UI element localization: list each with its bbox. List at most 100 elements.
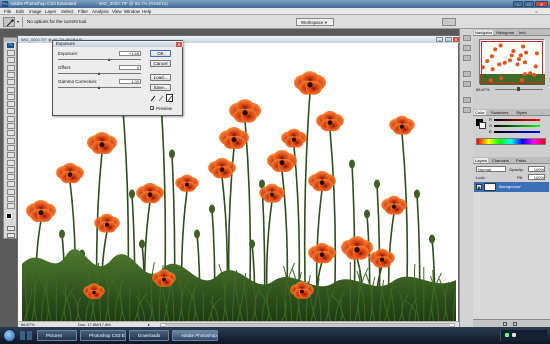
menu-select[interactable]: Select xyxy=(61,9,74,14)
document-maximize-button[interactable]: □ xyxy=(445,37,452,42)
layer-row-background[interactable]: ◉ Background xyxy=(474,182,549,192)
actions-panel-icon[interactable] xyxy=(463,81,471,87)
navigator-thumbnail[interactable] xyxy=(479,39,545,85)
save-button[interactable]: Save... xyxy=(150,84,171,91)
tool-button[interactable] xyxy=(7,93,15,100)
gray-point-eyedropper-icon[interactable] xyxy=(158,95,164,102)
menubar-restore-icon[interactable]: ▫▫ xyxy=(535,9,547,14)
tab-info[interactable]: Info xyxy=(518,30,527,35)
current-tool-preset-button[interactable] xyxy=(3,17,15,27)
tab-styles[interactable]: Styles xyxy=(515,110,528,115)
tool-preset-arrow-icon[interactable]: ▾ xyxy=(17,19,19,24)
new-layer-icon[interactable] xyxy=(503,322,507,326)
tool-button[interactable] xyxy=(7,166,15,173)
layer-name[interactable]: Background xyxy=(499,184,520,189)
exposure-slider-thumb[interactable] xyxy=(107,58,110,61)
black-point-eyedropper-icon[interactable] xyxy=(150,95,156,102)
tool-button[interactable] xyxy=(7,174,15,181)
tool-button[interactable] xyxy=(7,86,15,93)
menu-edit[interactable]: Edit xyxy=(16,9,24,14)
fill-input[interactable]: 100% xyxy=(528,174,545,180)
volume-icon[interactable] xyxy=(512,333,516,337)
tab-layers[interactable]: Layers xyxy=(474,158,489,163)
close-button[interactable]: ✕ xyxy=(535,1,548,7)
white-point-eyedropper-icon[interactable] xyxy=(166,94,173,102)
taskbar-item-downloads[interactable]: Downloads xyxy=(129,330,169,341)
tool-button[interactable] xyxy=(7,203,15,210)
delete-layer-icon[interactable] xyxy=(513,322,517,326)
dialog-close-button[interactable]: ✕ xyxy=(176,41,182,47)
offset-input[interactable]: 0 xyxy=(119,65,141,70)
network-icon[interactable] xyxy=(505,333,509,337)
tool-presets-panel-icon[interactable] xyxy=(463,45,471,51)
menu-window[interactable]: Window xyxy=(124,9,140,14)
tool-button[interactable] xyxy=(7,144,15,151)
history-panel-icon[interactable] xyxy=(463,71,471,77)
menu-view[interactable]: View xyxy=(112,9,122,14)
navigator-view-box[interactable] xyxy=(481,41,543,83)
navigator-zoom-slider-thumb[interactable] xyxy=(517,87,520,91)
tool-button[interactable] xyxy=(7,123,15,129)
tab-navigator[interactable]: Navigator xyxy=(474,30,494,35)
brushes-panel-icon[interactable] xyxy=(463,35,471,41)
tool-button[interactable] xyxy=(7,79,15,86)
taskbar-item-pictures[interactable]: Pictures xyxy=(37,330,77,341)
color-slider-b[interactable] xyxy=(494,131,540,133)
menu-file[interactable]: File xyxy=(4,9,11,14)
quick-mask-button[interactable] xyxy=(7,226,15,231)
paragraph-panel-icon[interactable] xyxy=(463,107,471,113)
color-slider-r[interactable] xyxy=(494,119,540,121)
taskbar-item-photoshop[interactable]: Adobe Photoshop C... xyxy=(172,330,218,341)
minimize-button[interactable]: – xyxy=(513,1,523,7)
taskbar-item-photoshop-folder[interactable]: Photoshop CS3 Ext xyxy=(80,330,126,341)
tool-button[interactable] xyxy=(7,57,15,64)
tool-button[interactable] xyxy=(7,130,15,137)
color-spectrum-bar[interactable] xyxy=(476,138,546,145)
preview-checkbox[interactable]: ✓ xyxy=(150,106,154,111)
quick-launch-desktop-icon[interactable] xyxy=(27,331,32,340)
tool-button[interactable] xyxy=(7,181,15,188)
tool-button[interactable] xyxy=(7,159,15,166)
tool-button[interactable] xyxy=(7,188,15,195)
quick-launch-ie-icon[interactable] xyxy=(20,331,25,340)
tool-button[interactable] xyxy=(7,137,15,144)
tool-button[interactable] xyxy=(7,115,15,122)
offset-slider-thumb[interactable] xyxy=(98,72,100,75)
exposure-slider[interactable] xyxy=(58,59,141,60)
color-slider-g[interactable] xyxy=(494,125,540,127)
tab-color[interactable]: Color xyxy=(474,110,486,115)
tab-histogram[interactable]: Histogram xyxy=(495,30,515,35)
menu-filter[interactable]: Filter xyxy=(78,9,88,14)
menu-layer[interactable]: Layer xyxy=(45,9,56,14)
foreground-color-swatch[interactable] xyxy=(6,213,12,219)
workspace-menu-button[interactable]: Workspace ▾ xyxy=(296,18,334,26)
tab-channels[interactable]: Channels xyxy=(491,158,510,163)
tool-button[interactable] xyxy=(7,108,15,115)
menu-image[interactable]: Image xyxy=(29,9,42,14)
brushes-palette-button[interactable] xyxy=(442,18,456,26)
menu-help[interactable]: Help xyxy=(142,9,151,14)
load-button[interactable]: Load... xyxy=(150,74,171,81)
tool-button[interactable] xyxy=(7,101,15,108)
gamma-correction-input[interactable]: 1.00 xyxy=(119,79,141,84)
tab-swatches[interactable]: Swatches xyxy=(490,110,509,115)
tab-paths[interactable]: Paths xyxy=(515,158,527,163)
start-button[interactable] xyxy=(3,329,16,342)
tool-button[interactable] xyxy=(7,196,15,202)
ok-button[interactable]: OK xyxy=(150,50,171,57)
layer-comps-panel-icon[interactable] xyxy=(463,55,471,61)
tool-button[interactable] xyxy=(7,71,15,78)
navigator-zoom[interactable]: 66.67% xyxy=(476,87,490,92)
character-panel-icon[interactable] xyxy=(463,97,471,103)
menu-analysis[interactable]: Analysis xyxy=(92,9,109,14)
document-minimize-button[interactable]: – xyxy=(436,37,443,42)
tool-button[interactable] xyxy=(7,64,15,71)
cancel-button[interactable]: Cancel xyxy=(150,60,171,67)
screen-mode-button[interactable] xyxy=(7,233,15,238)
tool-button[interactable] xyxy=(7,152,15,159)
layer-visibility-eye-icon[interactable]: ◉ xyxy=(476,184,482,190)
opacity-input[interactable]: 100% xyxy=(528,166,545,172)
maximize-button[interactable]: □ xyxy=(524,1,534,7)
exposure-input[interactable]: +1.65 xyxy=(119,51,141,56)
gamma-correction-slider-thumb[interactable] xyxy=(98,86,100,89)
